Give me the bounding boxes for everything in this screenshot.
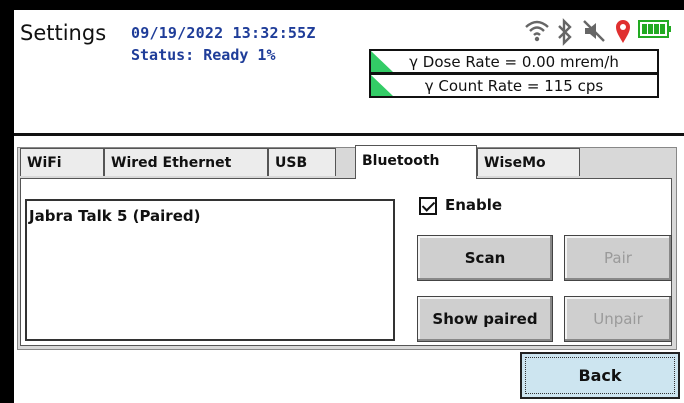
tab-wisemo[interactable]: WiseMo [477,148,580,176]
tab-usb[interactable]: USB [268,148,336,176]
page-title: Settings [20,21,107,45]
dose-rate-text: γ Dose Rate = 0.00 mrem/h [409,53,619,71]
settings-screen: Settings 09/19/2022 13:32:55Z Status: Re… [14,10,684,403]
bluetooth-icon [558,18,572,46]
speaker-muted-icon [583,20,605,42]
tab-wifi[interactable]: WiFi [20,148,104,176]
status-text: Status: Ready 1% [131,46,276,64]
tab-bar: WiFi Wired Ethernet USB Bluetooth WiseMo [20,145,580,179]
battery-icon [638,20,671,38]
wifi-icon [525,20,549,42]
count-rate-text: γ Count Rate = 115 cps [424,77,604,95]
header-divider [14,133,684,136]
datetime-readout: 09/19/2022 13:32:55Z [131,24,316,42]
tab-bluetooth[interactable]: Bluetooth [355,145,477,179]
location-icon [616,20,630,43]
back-button[interactable]: Back [520,352,680,399]
tab-wired-ethernet[interactable]: Wired Ethernet [104,148,268,176]
dose-rate-box: γ Dose Rate = 0.00 mrem/h [369,49,659,74]
show-paired-button[interactable]: Show paired [417,296,553,342]
scan-button[interactable]: Scan [417,235,553,281]
list-item[interactable]: Jabra Talk 5 (Paired) [27,201,393,231]
status-icons [504,18,674,46]
device-list[interactable]: Jabra Talk 5 (Paired) [25,199,395,341]
unpair-button[interactable]: Unpair [564,296,672,342]
count-rate-box: γ Count Rate = 115 cps [369,73,659,98]
pair-button[interactable]: Pair [564,235,672,281]
bluetooth-tab-content: Jabra Talk 5 (Paired) Enable Scan Pair S… [20,178,672,346]
enable-label[interactable]: Enable [445,196,502,214]
enable-checkbox[interactable] [419,197,437,215]
